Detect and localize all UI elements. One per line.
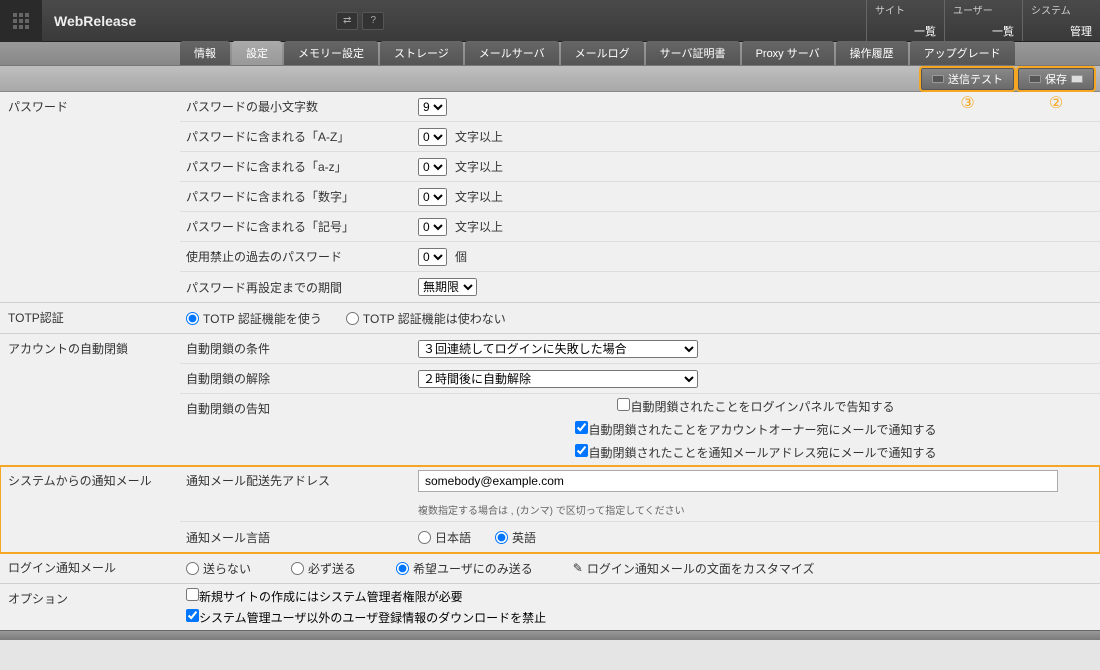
lang-ja-radio[interactable]: 日本語 [418,529,471,546]
opt1-check[interactable]: 新規サイトの作成にはシステム管理者権限が必要 [186,588,463,605]
unit-label: 文字以上 [455,188,503,205]
upper-select[interactable]: 0 [418,128,447,146]
history-icon[interactable]: ⇄ [336,12,358,30]
section-label: TOTP認証 [0,303,180,333]
top-group-label: ユーザー [953,2,1014,17]
help-icon[interactable]: ? [362,12,384,30]
topbar-mid-icons: ⇄ ? [336,12,384,30]
setting-label: 自動閉鎖の解除 [186,368,418,389]
content: パスワード パスワードの最小文字数 9 パスワードに含まれる「A-Z」 0 文字以… [0,92,1100,630]
topbar: WebRelease ⇄ ? サイト 一覧 ユーザー 一覧 システム 管理 [0,0,1100,42]
annotation-2: ② [1049,93,1063,113]
setting-label: パスワード再設定までの期間 [186,277,418,298]
lock-release-select[interactable]: ２時間後に自動解除 [418,370,698,388]
loginmail-none-radio[interactable]: 送らない [186,560,251,577]
section-label: アカウントの自動閉鎖 [0,334,180,465]
top-group-label: サイト [875,2,936,17]
loginmail-pref-radio[interactable]: 希望ユーザにのみ送る [396,560,533,577]
top-group-user[interactable]: ユーザー 一覧 [944,0,1022,41]
setting-label: 通知メール言語 [186,527,418,548]
setting-label: 自動閉鎖の条件 [186,338,418,359]
section-label: オプション [0,584,180,630]
digit-select[interactable]: 0 [418,188,447,206]
setting-label: パスワードに含まれる「A-Z」 [186,126,418,147]
top-group-label: システム [1031,2,1092,17]
notify-panel-check[interactable]: 自動閉鎖されたことをログインパネルで告知する [617,398,894,415]
section-loginmail: ログイン通知メール 送らない 必ず送る 希望ユーザにのみ送る ログイン通知メール… [0,553,1100,584]
section-label: パスワード [0,92,180,302]
setting-label: パスワードに含まれる「数字」 [186,186,418,207]
unit-label: 文字以上 [455,158,503,175]
hint-text: 複数指定する場合は , (カンマ) で区切って指定してください [418,502,685,517]
notify-owner-check[interactable]: 自動閉鎖されたことをアカウントオーナー宛にメールで通知する [575,421,936,438]
topbar-right: サイト 一覧 ユーザー 一覧 システム 管理 [866,0,1100,41]
setting-label: パスワードに含まれる「記号」 [186,216,418,237]
pencil-icon [573,561,583,575]
top-group-action: 管理 [1031,23,1092,39]
section-totp: TOTP認証 TOTP 認証機能を使う TOTP 認証機能は使わない [0,303,1100,334]
unit-label: 文字以上 [455,218,503,235]
setting-label: パスワードに含まれる「a-z」 [186,156,418,177]
brand-label: WebRelease [54,13,136,29]
tab-cert[interactable]: サーバ証明書 [646,41,740,65]
expire-select[interactable]: 無期限 [418,278,477,296]
section-label: システムからの通知メール [0,466,180,552]
send-icon [932,75,944,83]
setting-label: 通知メール配送先アドレス [186,470,418,517]
notify-address-input[interactable] [418,470,1058,492]
unit-label: 個 [455,248,467,265]
tabs: 情報 設定 メモリー設定 ストレージ メールサーバ メールログ サーバ証明書 P… [0,42,1100,66]
disk-icon [1071,75,1083,83]
symbol-select[interactable]: 0 [418,218,447,236]
toolbar: 送信テスト ③ 保存 ② [0,66,1100,92]
tab-history[interactable]: 操作履歴 [836,41,908,65]
tab-settings[interactable]: 設定 [232,41,282,65]
save-icon [1029,75,1041,83]
bottombar [0,630,1100,640]
tab-mailserver[interactable]: メールサーバ [465,41,559,65]
totp-notuse-radio[interactable]: TOTP 認証機能は使わない [346,310,506,327]
section-sysmail: ① システムからの通知メール 通知メール配送先アドレス 複数指定する場合は , … [0,466,1100,553]
section-password: パスワード パスワードの最小文字数 9 パスワードに含まれる「A-Z」 0 文字以… [0,92,1100,303]
unit-label: 文字以上 [455,128,503,145]
section-label: ログイン通知メール [0,553,180,583]
button-label: 送信テスト [948,71,1003,87]
tab-info[interactable]: 情報 [180,41,230,65]
top-group-action: 一覧 [875,23,936,39]
totp-use-radio[interactable]: TOTP 認証機能を使う [186,310,322,327]
setting-label: 使用禁止の過去のパスワード [186,246,418,267]
lower-select[interactable]: 0 [418,158,447,176]
top-group-action: 一覧 [953,23,1014,39]
top-group-site[interactable]: サイト 一覧 [866,0,944,41]
lock-cond-select[interactable]: ３回連続してログインに失敗した場合 [418,340,698,358]
send-test-button[interactable]: 送信テスト ③ [921,68,1014,90]
tab-maillog[interactable]: メールログ [561,41,644,65]
annotation-3: ③ [960,93,974,113]
top-group-system[interactable]: システム 管理 [1022,0,1100,41]
setting-label: 自動閉鎖の告知 [186,398,418,419]
tab-memory[interactable]: メモリー設定 [284,41,378,65]
section-lock: アカウントの自動閉鎖 自動閉鎖の条件 ３回連続してログインに失敗した場合 自動閉… [0,334,1100,466]
section-option: オプション 新規サイトの作成にはシステム管理者権限が必要 システム管理ユーザ以外… [0,584,1100,630]
tab-proxy[interactable]: Proxy サーバ [742,41,834,65]
lang-en-radio[interactable]: 英語 [495,529,536,546]
notify-addr-check[interactable]: 自動閉鎖されたことを通知メールアドレス宛にメールで通知する [575,444,936,461]
save-button[interactable]: 保存 ② [1018,68,1094,90]
setting-label: パスワードの最小文字数 [186,96,418,117]
loginmail-always-radio[interactable]: 必ず送る [291,560,356,577]
tab-storage[interactable]: ストレージ [380,41,463,65]
logo-icon [0,0,42,42]
tab-upgrade[interactable]: アップグレード [910,41,1015,65]
min-length-select[interactable]: 9 [418,98,447,116]
prohibit-select[interactable]: 0 [418,248,447,266]
opt2-check[interactable]: システム管理ユーザ以外のユーザ登録情報のダウンロードを禁止 [186,609,546,626]
button-label: 保存 [1045,71,1067,87]
customize-mail-link[interactable]: ログイン通知メールの文面をカスタマイズ [573,560,815,577]
